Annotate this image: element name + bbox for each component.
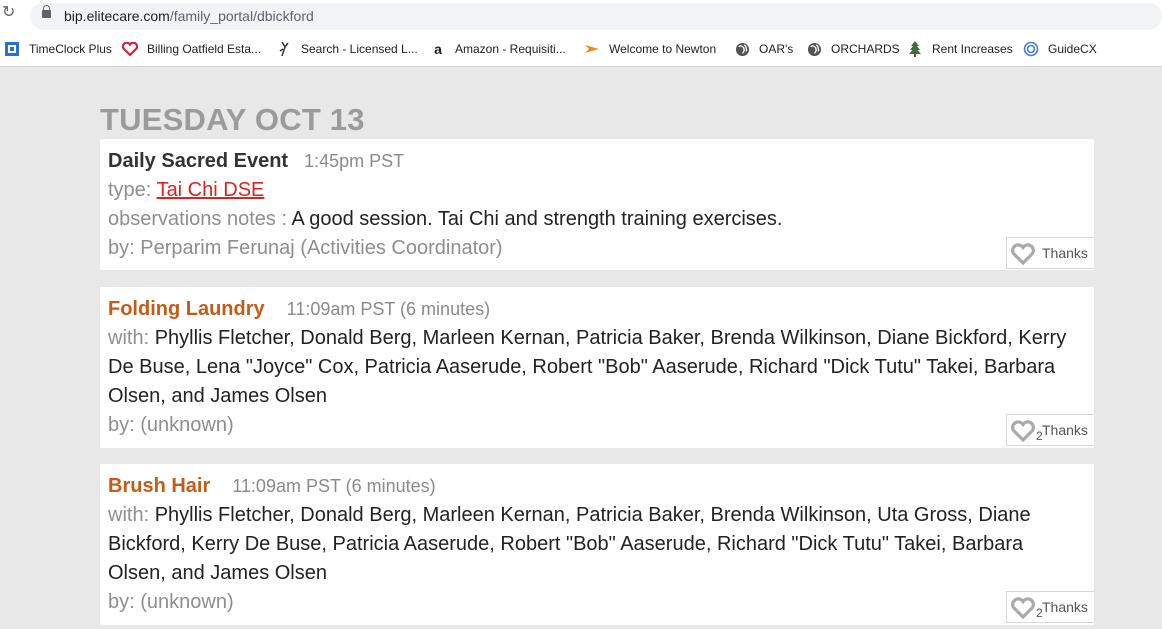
bookmark-label: Search - Licensed L...	[301, 42, 418, 56]
bookmark-label: Amazon - Requisiti...	[455, 42, 566, 56]
url-path: /family_portal/dbickford	[169, 8, 314, 24]
type-label: type:	[108, 179, 152, 201]
bookmark-label: GuideCX	[1048, 42, 1097, 56]
thanks-label: Thanks	[1042, 599, 1088, 615]
bookmark-orchards[interactable]: ORCHARDS	[806, 40, 900, 58]
url-domain: bip.elitecare.com	[64, 8, 170, 24]
event-title: Brush Hair	[108, 475, 211, 497]
heart-icon	[1011, 243, 1035, 265]
bookmark-label: OAR's	[759, 42, 794, 56]
date-heading: TUESDAY OCT 13	[100, 102, 365, 137]
bookmark-label: Rent Increases	[932, 42, 1013, 56]
bookmark-label: Billing Oatfield Esta...	[147, 42, 262, 56]
lock-icon[interactable]	[42, 5, 51, 18]
event-header: Brush Hair 11:09am PST (6 minutes)	[108, 472, 436, 501]
globe-icon	[806, 41, 822, 57]
author-text: by: Perparim Ferunaj (Activities Coordin…	[108, 237, 503, 259]
bookmark-timeclock-plus[interactable]: TimeClock Plus	[4, 40, 112, 58]
event-type-row: type: Tai Chi DSE	[108, 176, 264, 205]
event-notes-row: observations notes : A good session. Tai…	[108, 205, 782, 234]
event-participants: with: Phyllis Fletcher, Donald Berg, Mar…	[108, 324, 1068, 411]
thanks-label: Thanks	[1042, 422, 1088, 438]
amazon-icon: a	[434, 41, 442, 57]
event-author: by: (unknown)	[108, 411, 234, 440]
activity-feed: TUESDAY OCT 13 Daily Sacred Event 1:45pm …	[0, 67, 1162, 629]
reload-icon[interactable]: ↻	[2, 5, 16, 21]
event-title: Folding Laundry	[108, 298, 265, 320]
arrow-icon	[584, 41, 600, 57]
guidecx-icon	[1023, 41, 1039, 57]
with-label: with:	[108, 504, 150, 526]
thanks-label: Thanks	[1042, 245, 1088, 261]
url-input[interactable]: bip.elitecare.com/family_portal/dbickfor…	[30, 3, 1162, 30]
bookmark-oars[interactable]: OAR's	[734, 40, 793, 58]
url-text[interactable]: bip.elitecare.com/family_portal/dbickfor…	[64, 8, 314, 24]
thanks-button[interactable]: 2 Thanks	[1006, 591, 1094, 623]
event-time: 11:09am PST (6 minutes)	[232, 476, 436, 496]
type-link[interactable]: Tai Chi DSE	[157, 179, 265, 201]
event-author: by: Perparim Ferunaj (Activities Coordin…	[108, 234, 503, 263]
event-header: Daily Sacred Event 1:45pm PST	[108, 147, 404, 176]
event-participants: with: Phyllis Fletcher, Donald Berg, Mar…	[108, 501, 1068, 588]
event-header: Folding Laundry 11:09am PST (6 minutes)	[108, 295, 490, 324]
bookmark-welcome-newton[interactable]: Welcome to Newton	[584, 40, 716, 58]
participants-list: Phyllis Fletcher, Donald Berg, Marleen K…	[108, 504, 1031, 584]
heart-icon	[122, 41, 138, 57]
browser-address-bar: ↻ bip.elitecare.com/family_portal/dbickf…	[0, 0, 1162, 33]
bookmark-search-licensed[interactable]: Search - Licensed L...	[276, 40, 418, 58]
event-author: by: (unknown)	[108, 588, 234, 617]
heart-icon	[1011, 597, 1035, 619]
timeclock-icon	[4, 41, 20, 57]
bookmark-rent-increases[interactable]: Rent Increases	[907, 40, 1013, 58]
event-time: 11:09am PST (6 minutes)	[286, 299, 491, 319]
bookmarks-bar: TimeClock Plus Billing Oatfield Esta... …	[0, 33, 1162, 67]
tree-icon	[907, 41, 923, 57]
author-text: by: (unknown)	[108, 591, 234, 613]
figure-icon	[276, 41, 292, 57]
notes-label: observations notes :	[108, 208, 287, 230]
event-card: Daily Sacred Event 1:45pm PST type: Tai C…	[100, 139, 1094, 270]
bookmark-amazon-requisitions[interactable]: a Amazon - Requisiti...	[430, 40, 566, 58]
bookmark-billing-oatfield[interactable]: Billing Oatfield Esta...	[122, 40, 261, 58]
heart-icon	[1011, 420, 1035, 442]
author-text: by: (unknown)	[108, 414, 234, 436]
thanks-button[interactable]: 2 Thanks	[1006, 414, 1094, 446]
bookmark-guidecx[interactable]: GuideCX	[1023, 40, 1097, 58]
bookmark-label: ORCHARDS	[831, 42, 900, 56]
event-title: Daily Sacred Event	[108, 150, 289, 172]
event-card: Brush Hair 11:09am PST (6 minutes) with: …	[100, 464, 1094, 625]
participants-list: Phyllis Fletcher, Donald Berg, Marleen K…	[108, 327, 1067, 407]
event-time: 1:45pm PST	[304, 151, 405, 171]
globe-icon	[734, 41, 750, 57]
with-label: with:	[108, 327, 150, 349]
thanks-button[interactable]: Thanks	[1006, 237, 1094, 269]
bookmark-label: Welcome to Newton	[609, 42, 717, 56]
event-card: Folding Laundry 11:09am PST (6 minutes) w…	[100, 287, 1094, 448]
notes-value: A good session. Tai Chi and strength tra…	[291, 208, 783, 230]
bookmark-label: TimeClock Plus	[29, 42, 112, 56]
